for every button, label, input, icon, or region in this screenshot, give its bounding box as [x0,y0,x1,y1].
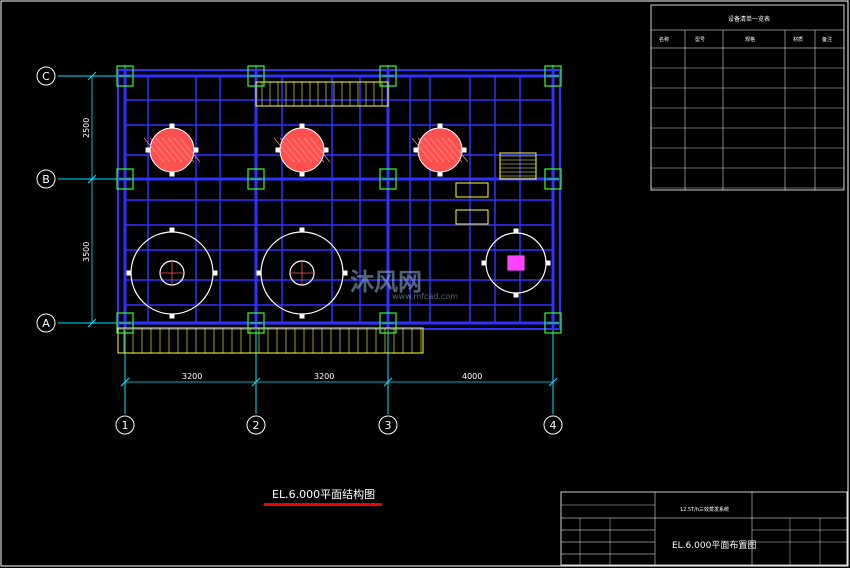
tank-lug [299,123,305,129]
storage-tanks-lower [130,231,547,315]
cad-drawing-canvas: C B A 1 2 3 4 3200 3200 4000 2500 3500 [0,0,849,567]
tank-lug [169,123,175,129]
grid-label-3: 3 [385,419,392,432]
stair-right [499,152,537,180]
platforms [117,81,537,354]
stair-right-3 [455,209,489,225]
dim-v-2: 3500 [82,242,91,262]
tank-lug [193,147,199,153]
watermark-url: www.mfcad.com [392,292,459,301]
dimension-ticks [87,71,558,387]
drawing-title-underline [264,503,382,506]
tank-lug [413,147,419,153]
platform-bottom [117,327,424,354]
tank-lug [437,171,443,177]
platform-top [255,81,389,107]
dim-h-3: 4000 [462,372,482,381]
evaporator-tanks-upper [126,123,551,319]
title-block-project-name: 12.5T/h三效蒸发系统 [680,507,730,513]
tank-lug [299,171,305,177]
stair-right-2 [455,182,489,198]
title-block-drawing-name: EL.6.000平面布置图 [672,541,757,551]
table-header-material: 材质 [793,37,804,43]
dim-v-1: 2500 [82,118,91,138]
table-header-spec: 规格 [745,37,756,43]
table-header-name: 名称 [659,37,670,43]
equipment-table [650,4,845,191]
tank-lug [323,147,329,153]
table-header-model: 型号 [695,37,706,43]
drawing-title: EL.6.000平面结构图 [272,488,376,501]
grid-label-C: C [42,70,50,83]
grid-label-1: 1 [122,419,129,432]
grid-label-A: A [42,317,50,330]
tank-lug [275,147,281,153]
tank-lug [145,147,151,153]
dim-h-1: 3200 [182,372,202,381]
table-header-remark: 备注 [822,37,833,43]
grid-axes [58,65,560,414]
dim-h-2: 3200 [314,372,334,381]
equipment-table-title: 设备清单一览表 [728,16,771,23]
tank-lug [461,147,467,153]
grid-label-2: 2 [253,419,260,432]
grid-label-4: 4 [550,419,557,432]
tank-6-core [507,255,525,271]
tank-lug [437,123,443,129]
grid-label-B: B [42,173,50,186]
tank-lug [169,171,175,177]
title-block [560,491,848,566]
